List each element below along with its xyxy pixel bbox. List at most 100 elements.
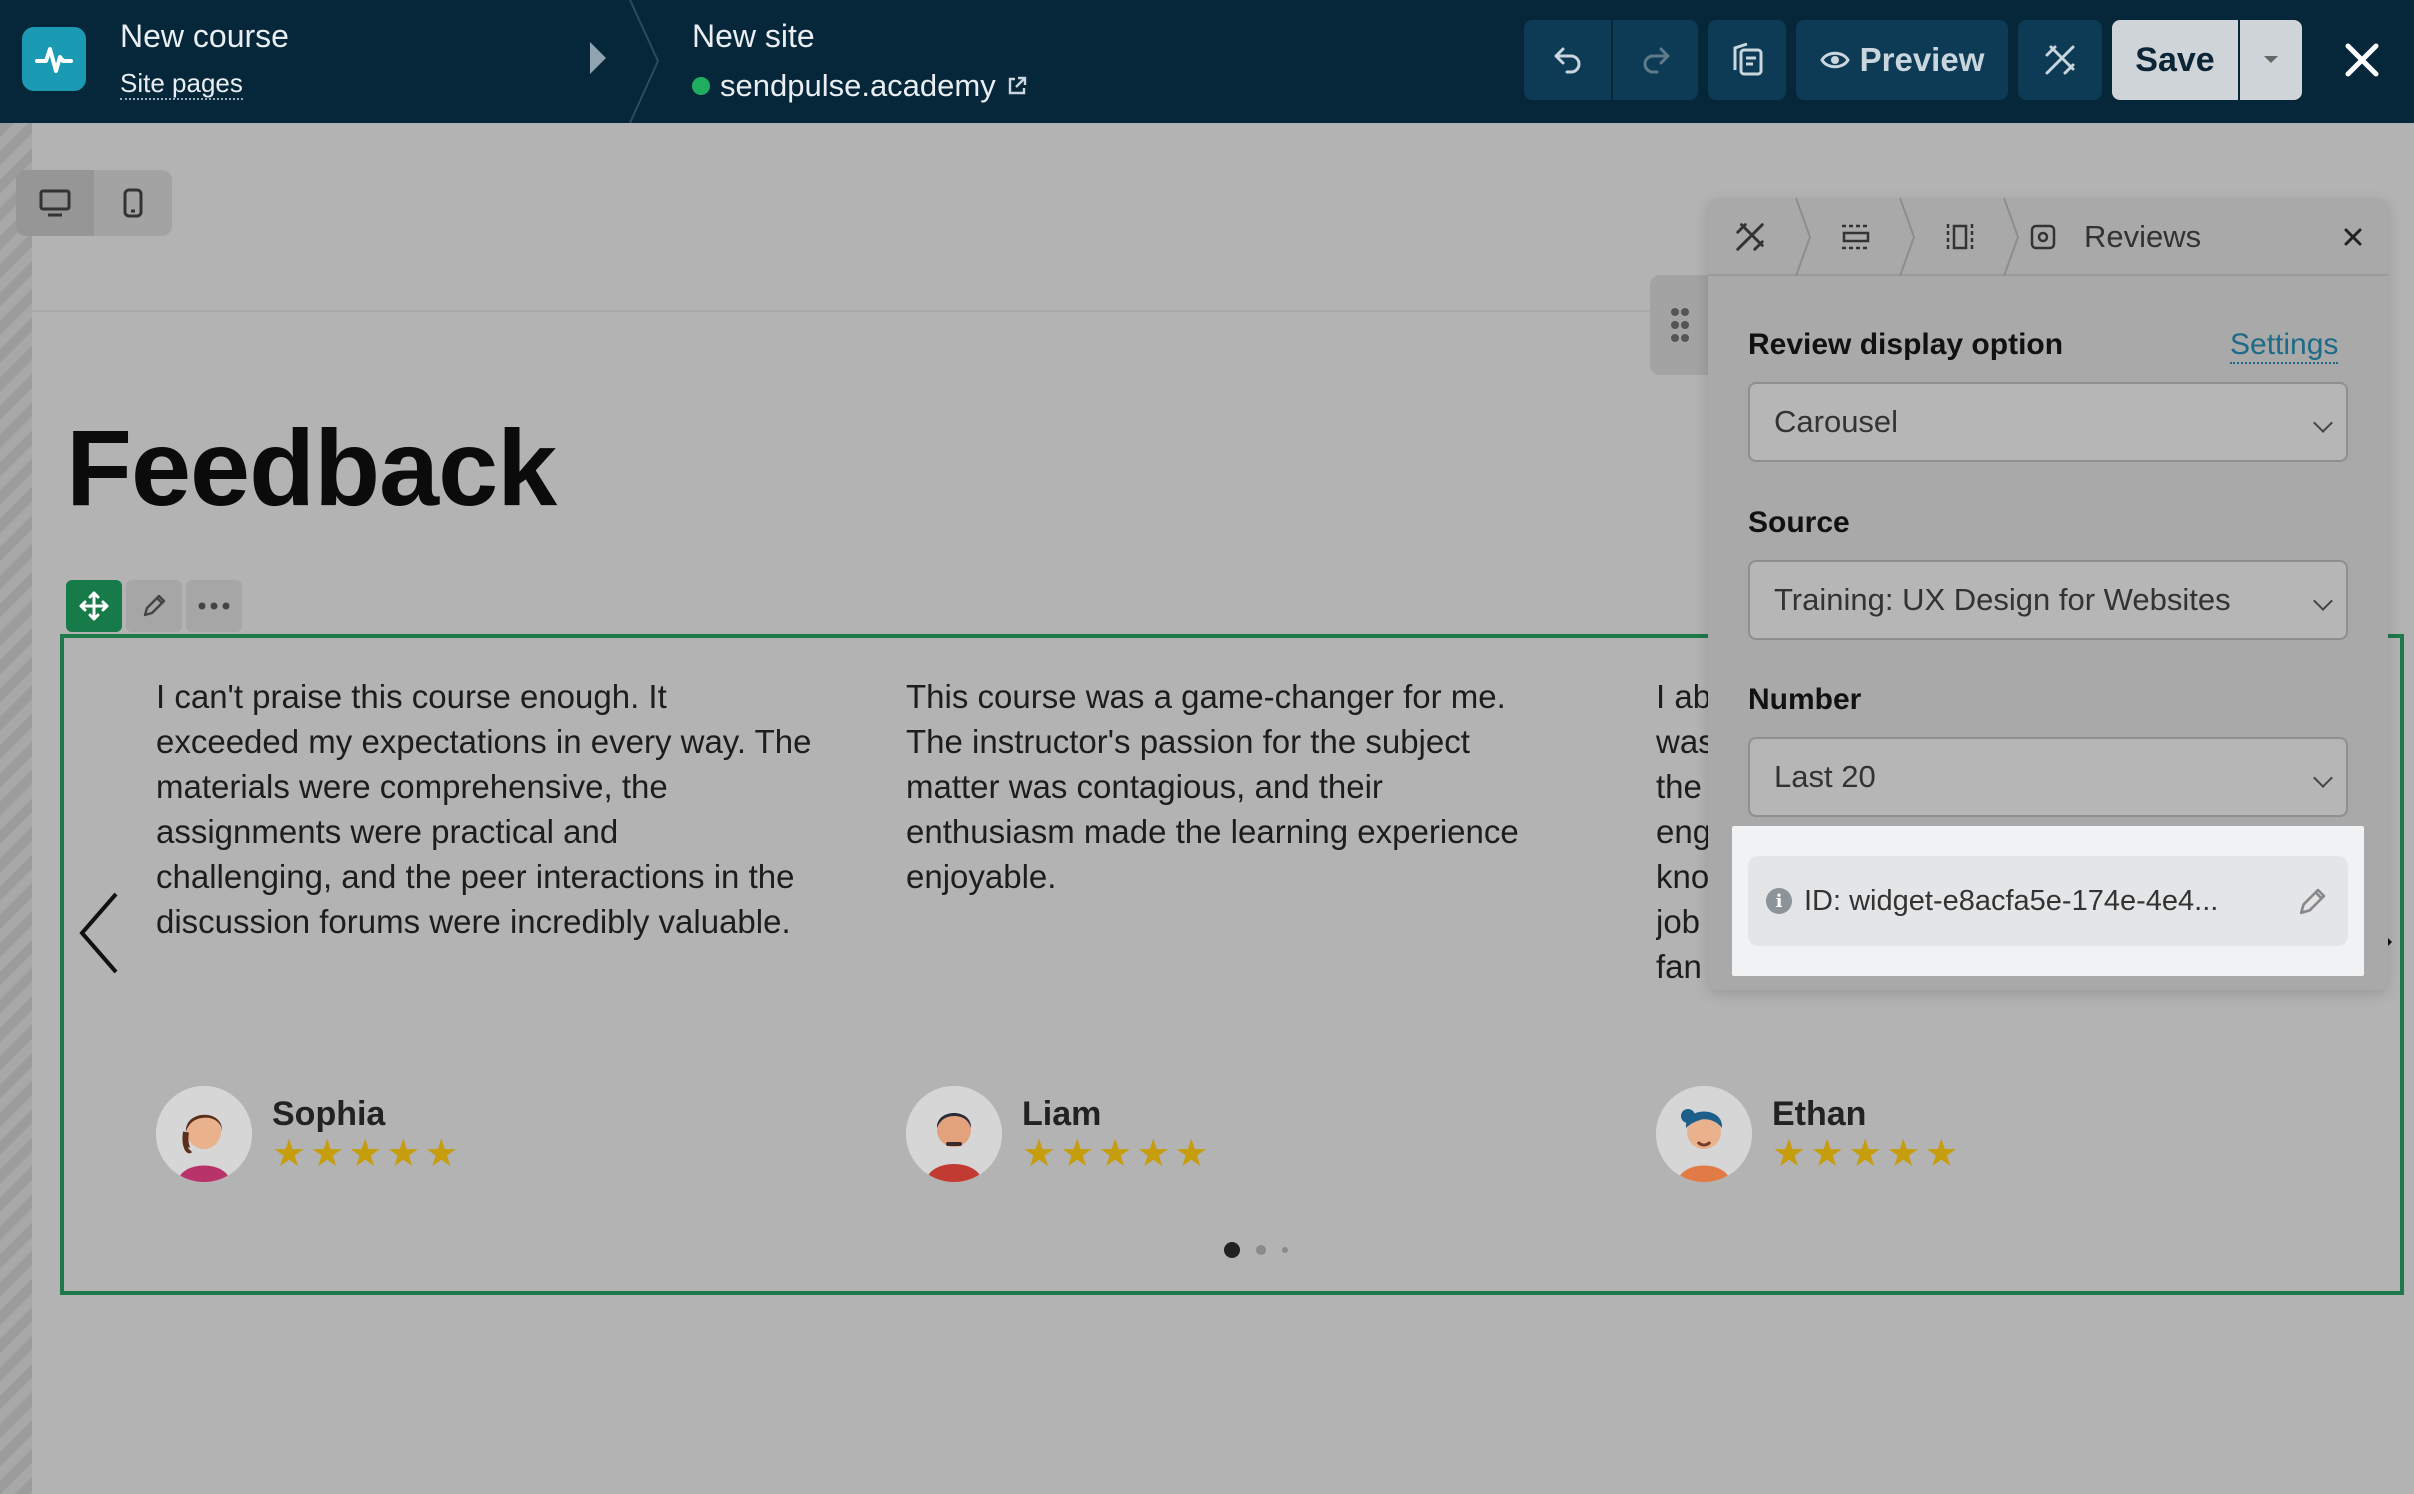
widget-gear-icon — [2030, 224, 2056, 250]
rating-stars: ★★★★★ — [272, 1133, 463, 1175]
column-icon — [1946, 224, 1974, 250]
desktop-view-button[interactable] — [16, 170, 94, 236]
breadcrumb-course: New course Site pages — [120, 18, 289, 100]
display-option-select[interactable]: Carousel — [1748, 382, 2348, 462]
review-author: Ethan ★★★★★ — [1656, 1086, 1962, 1182]
number-label: Number — [1748, 683, 1862, 716]
course-title: New course — [120, 18, 289, 54]
section-icon — [1842, 224, 1870, 250]
display-option-value: Carousel — [1774, 404, 1899, 439]
status-dot — [692, 77, 710, 95]
more-options-button[interactable] — [186, 580, 242, 632]
author-name: Ethan — [1772, 1095, 1867, 1133]
carousel-pagination — [1224, 1242, 1288, 1258]
mobile-view-button[interactable] — [94, 170, 172, 236]
number-value: Last 20 — [1774, 759, 1876, 794]
column-tab[interactable] — [1920, 198, 2000, 276]
more-icon — [198, 602, 230, 610]
panel-drag-handle[interactable] — [1650, 275, 1710, 375]
display-option-label: Review display option — [1748, 328, 2064, 361]
undo-icon — [1554, 47, 1580, 74]
redo-icon — [1643, 47, 1669, 74]
widget-settings-panel: Reviews Review display option Settings C… — [1708, 198, 2388, 990]
redo-button[interactable] — [1611, 20, 1698, 100]
preview-button[interactable]: Preview — [1796, 20, 2008, 100]
widget-id-text: ID: widget-e8acfa5e-174e-4e4... — [1804, 884, 2219, 917]
widget-id-field: i ID: widget-e8acfa5e-174e-4e4... — [1748, 856, 2348, 946]
pages-button[interactable] — [1708, 20, 1786, 100]
carousel-dot-active[interactable] — [1224, 1242, 1240, 1258]
panel-title: Reviews — [2084, 219, 2202, 254]
edit-block-button[interactable] — [126, 580, 182, 632]
source-select[interactable]: Training: UX Design for Websites — [1748, 560, 2348, 640]
undo-button[interactable] — [1524, 20, 1611, 100]
top-bar: New course Site pages New site sendpulse… — [0, 0, 2414, 123]
author-name: Liam — [1022, 1095, 1102, 1133]
settings-link[interactable]: Settings — [2230, 328, 2339, 364]
magic-wand-icon — [2045, 45, 2075, 75]
design-tab[interactable] — [1708, 198, 1792, 276]
carousel-dot[interactable] — [1256, 1245, 1266, 1255]
panel-breadcrumb: Reviews — [1708, 198, 2388, 276]
history-group — [1524, 20, 1698, 100]
carousel-dot[interactable] — [1282, 1247, 1288, 1253]
avatar — [1656, 1086, 1752, 1182]
pages-icon — [1733, 42, 1763, 76]
edit-id-pencil-icon[interactable] — [2294, 884, 2330, 920]
review-text: I can't praise this course enough. It ex… — [156, 678, 812, 940]
widget-id-highlight: i ID: widget-e8acfa5e-174e-4e4... — [1732, 826, 2364, 976]
save-options-button[interactable] — [2240, 20, 2302, 100]
breadcrumb-separator — [1899, 198, 1916, 276]
review-author: Liam ★★★★★ — [906, 1086, 1212, 1182]
author-name: Sophia — [272, 1095, 386, 1133]
close-icon — [2345, 43, 2379, 77]
close-icon — [2344, 228, 2362, 246]
pencil-icon — [143, 594, 166, 617]
chevron-down-icon — [2313, 413, 2333, 433]
site-domain-link[interactable]: sendpulse.academy — [692, 68, 1028, 104]
device-switcher — [16, 170, 172, 236]
source-label: Source — [1748, 506, 1850, 539]
drag-dots-icon — [1671, 308, 1689, 342]
preview-label: Preview — [1859, 41, 1985, 78]
breadcrumb-site: New site sendpulse.academy — [692, 18, 1028, 104]
review-text-partial: I ab was the eng kno job fan — [1656, 678, 1715, 985]
breadcrumb-separator — [2003, 198, 2020, 276]
rating-stars: ★★★★★ — [1022, 1133, 1213, 1175]
site-domain: sendpulse.academy — [720, 68, 996, 103]
chevron-down-icon — [2313, 768, 2333, 788]
review-author: Sophia ★★★★★ — [156, 1086, 462, 1182]
rating-stars: ★★★★★ — [1772, 1133, 1963, 1175]
desktop-icon — [39, 189, 71, 217]
carousel-prev-arrow-icon[interactable] — [70, 888, 130, 978]
site-pages-link[interactable]: Site pages — [120, 68, 243, 100]
breadcrumb-separator — [629, 0, 660, 123]
section-tab[interactable] — [1816, 198, 1896, 276]
widget-tab[interactable]: Reviews — [2028, 198, 2288, 276]
page-heading[interactable]: Feedback — [66, 405, 557, 530]
chevron-down-icon — [2313, 591, 2333, 611]
close-editor-button[interactable] — [2330, 28, 2394, 92]
external-link-icon — [1008, 76, 1026, 95]
block-toolbar — [66, 580, 242, 632]
move-icon — [79, 591, 109, 621]
info-icon: i — [1766, 888, 1792, 914]
panel-close-button[interactable] — [2328, 210, 2378, 264]
source-value: Training: UX Design for Websites — [1774, 582, 2231, 617]
avatar — [906, 1086, 1002, 1182]
app-logo-icon[interactable] — [22, 27, 86, 91]
magic-wand-icon — [1736, 223, 1764, 251]
review-text: This course was a game-changer for me. T… — [906, 678, 1519, 895]
avatar — [156, 1086, 252, 1182]
expand-arrow-icon[interactable] — [590, 42, 606, 74]
site-title: New site — [692, 18, 815, 54]
number-select[interactable]: Last 20 — [1748, 737, 2348, 817]
move-block-button[interactable] — [66, 580, 122, 632]
left-edge-strip — [0, 123, 32, 1494]
chevron-down-icon — [2264, 56, 2278, 63]
save-button[interactable]: Save — [2112, 20, 2238, 100]
design-button[interactable] — [2018, 20, 2102, 100]
eye-icon — [1819, 51, 1850, 69]
mobile-icon — [123, 188, 143, 218]
breadcrumb-separator — [1795, 198, 1812, 276]
